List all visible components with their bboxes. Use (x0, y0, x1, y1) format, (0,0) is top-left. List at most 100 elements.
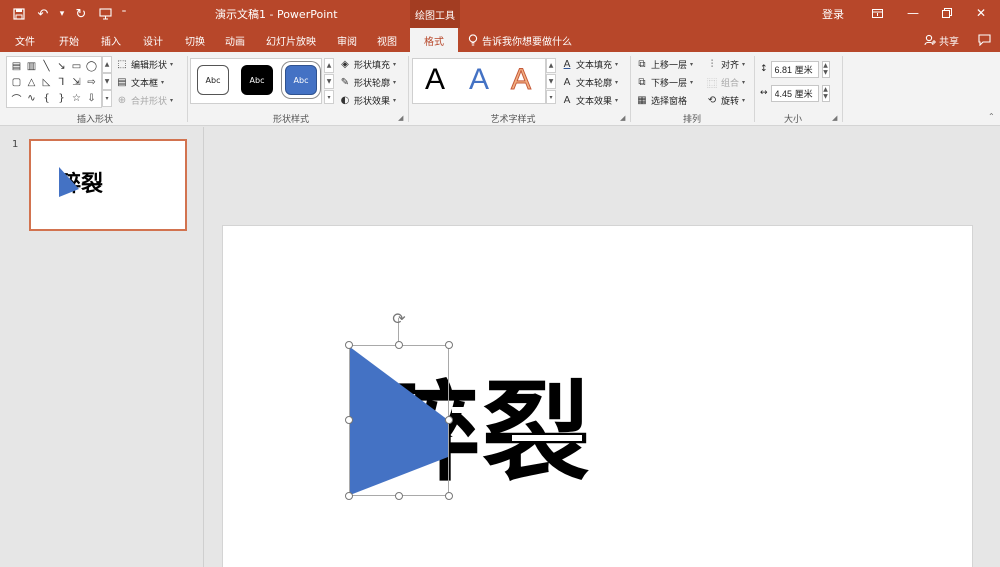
resize-handle-left[interactable] (345, 416, 353, 424)
close-icon[interactable]: ✕ (964, 0, 998, 26)
shape-styles-gallery[interactable]: Abc Abc Abc (190, 58, 322, 104)
wordart-style-black[interactable]: A (425, 63, 445, 97)
merge-shapes-button[interactable]: ⊕ 合并形状 ▾ (116, 92, 173, 108)
elbow-connector-shape-icon[interactable]: ⅂ (59, 77, 65, 88)
width-spinner[interactable]: ▲ ▼ (821, 84, 830, 102)
send-backward-button[interactable]: ⧉ 下移一层 ▾ (636, 74, 693, 90)
triangle-shape-icon[interactable]: △ (28, 77, 36, 88)
tab-design[interactable]: 设计 (134, 28, 172, 52)
resize-handle-top[interactable] (395, 341, 403, 349)
wordart-style-orange-outline[interactable]: A (510, 63, 531, 97)
undo-icon[interactable]: ↶ (32, 4, 54, 24)
text-effects-icon: A (563, 94, 571, 106)
tab-home[interactable]: 开始 (50, 28, 88, 52)
align-button[interactable]: ⫶ 对齐 ▾ (706, 56, 745, 72)
shape-effects-button[interactable]: ◐ 形状效果 ▾ (339, 92, 396, 108)
shape-styles-launcher-icon[interactable]: ◢ (398, 114, 403, 122)
wordart-launcher-icon[interactable]: ◢ (620, 114, 625, 122)
wave-shape-icon[interactable]: ∿ (27, 93, 35, 104)
tell-me-search[interactable]: 告诉我你想要做什么 (468, 28, 572, 52)
resize-handle-top-left[interactable] (345, 341, 353, 349)
more-shapes-icon[interactable]: ⇩ (87, 93, 95, 104)
resize-handle-right[interactable] (445, 416, 453, 424)
save-icon[interactable] (8, 4, 30, 24)
wordart-more-icon[interactable]: ▾ (546, 90, 556, 104)
tab-transitions[interactable]: 切换 (176, 28, 214, 52)
text-effects-button[interactable]: A 文本效果 ▾ (561, 92, 618, 108)
brace-right-shape-icon[interactable]: } (58, 93, 64, 104)
shape-width-input[interactable] (770, 84, 819, 102)
elbow-arrow-shape-icon[interactable]: ⇲ (72, 77, 80, 88)
tab-view[interactable]: 视图 (368, 28, 406, 52)
text-box-button[interactable]: ▤ 文本框 ▾ (116, 74, 164, 90)
restore-icon[interactable] (930, 0, 964, 26)
bring-forward-button[interactable]: ⧉ 上移一层 ▾ (636, 56, 693, 72)
wordart-scroll-up-icon[interactable]: ▲ (546, 58, 556, 73)
curve-shape-icon[interactable]: ⌒ (12, 91, 22, 106)
comment-icon[interactable] (974, 30, 994, 50)
style-swatch-white[interactable]: Abc (197, 65, 229, 95)
shape-height-row: ↕ ▲▼ (760, 60, 830, 78)
height-spinner[interactable]: ▲ ▼ (821, 60, 830, 78)
shapes-more-icon[interactable]: ▾ (102, 90, 112, 107)
minimize-icon[interactable]: — (896, 0, 930, 26)
resize-handle-bottom[interactable] (395, 492, 403, 500)
style-swatch-blue-selected[interactable]: Abc (285, 65, 317, 95)
styles-scroll-down-icon[interactable]: ▼ (324, 74, 334, 89)
shape-outline-button[interactable]: ✎ 形状轮廓 ▾ (339, 74, 396, 90)
styles-more-icon[interactable]: ▾ (324, 90, 334, 104)
group-divider (842, 56, 843, 122)
login-link[interactable]: 登录 (822, 6, 844, 22)
tab-format[interactable]: 格式 (410, 28, 458, 52)
share-button[interactable]: 共享 (924, 28, 959, 52)
right-triangle-shape-icon[interactable]: ◺ (43, 77, 51, 88)
arrow-right-shape-icon[interactable]: ⇨ (87, 77, 95, 88)
ribbon-display-options-icon[interactable] (860, 0, 894, 26)
title-bar: ↶ ▾ ↻ ⁼ 演示文稿1 - PowerPoint 绘图工具 登录 — ✕ (0, 0, 1000, 28)
customize-qat-icon[interactable]: ⁼ (118, 4, 130, 24)
shapes-scroll-up-icon[interactable]: ▲ (102, 56, 112, 73)
redo-icon[interactable]: ↻ (70, 4, 92, 24)
tab-slideshow[interactable]: 幻灯片放映 (258, 28, 324, 52)
size-launcher-icon[interactable]: ◢ (832, 114, 837, 122)
tab-animations[interactable]: 动画 (216, 28, 254, 52)
ribbon: ▤ ▥ ╲ ↘ ▭ ◯ ▢ △ ◺ ⅂ ⇲ ⇨ ⌒ ∿ { } ☆ ⇩ ▲ ▼ … (0, 52, 1000, 126)
vertical-textbox-shape-icon[interactable]: ▥ (27, 61, 36, 72)
rotate-button[interactable]: ⟲ 旋转 ▾ (706, 92, 745, 108)
style-swatch-black[interactable]: Abc (241, 65, 273, 95)
brace-left-shape-icon[interactable]: { (43, 93, 49, 104)
rounded-rect-shape-icon[interactable]: ▢ (12, 77, 21, 88)
collapse-ribbon-icon[interactable]: ⌃ (988, 112, 995, 121)
shapes-scroll-down-icon[interactable]: ▼ (102, 73, 112, 90)
tab-file[interactable]: 文件 (6, 28, 44, 52)
selection-pane-button[interactable]: ▦ 选择窗格 (636, 92, 687, 108)
text-outline-button[interactable]: A 文本轮廓 ▾ (561, 74, 618, 90)
tab-insert[interactable]: 插入 (92, 28, 130, 52)
arrow-line-shape-icon[interactable]: ↘ (57, 61, 65, 72)
undo-dropdown-icon[interactable]: ▾ (56, 4, 68, 24)
wordart-style-blue[interactable]: A (469, 63, 489, 97)
group-button[interactable]: ⿴ 组合 ▾ (706, 74, 745, 90)
wordart-scroll-down-icon[interactable]: ▼ (546, 74, 556, 89)
resize-handle-bottom-right[interactable] (445, 492, 453, 500)
oval-shape-icon[interactable]: ◯ (86, 61, 97, 72)
textbox-shape-icon[interactable]: ▤ (12, 61, 21, 72)
wordart-gallery[interactable]: A A A (412, 58, 546, 104)
star-shape-icon[interactable]: ☆ (72, 93, 81, 104)
rotate-handle-icon[interactable]: ⟳ (389, 309, 409, 329)
resize-handle-bottom-left[interactable] (345, 492, 353, 500)
line-shape-icon[interactable]: ╲ (43, 61, 49, 72)
shape-fill-button[interactable]: ◈ 形状填充 ▾ (339, 56, 396, 72)
rectangle-shape-icon[interactable]: ▭ (72, 61, 81, 72)
shape-height-input[interactable] (770, 60, 819, 78)
bring-forward-label: 上移一层 (651, 60, 688, 71)
edit-shape-button[interactable]: ⬚ 编辑形状 ▾ (116, 56, 173, 72)
tab-review[interactable]: 审阅 (328, 28, 366, 52)
start-presentation-icon[interactable] (94, 4, 116, 24)
text-fill-button[interactable]: A 文本填充 ▾ (561, 56, 618, 72)
styles-scroll-up-icon[interactable]: ▲ (324, 58, 334, 73)
slide-thumbnail-1[interactable]: 碎裂 (29, 139, 187, 231)
group-label: 组合 (721, 78, 740, 89)
resize-handle-top-right[interactable] (445, 341, 453, 349)
shapes-gallery[interactable]: ▤ ▥ ╲ ↘ ▭ ◯ ▢ △ ◺ ⅂ ⇲ ⇨ ⌒ ∿ { } ☆ ⇩ (6, 56, 102, 108)
